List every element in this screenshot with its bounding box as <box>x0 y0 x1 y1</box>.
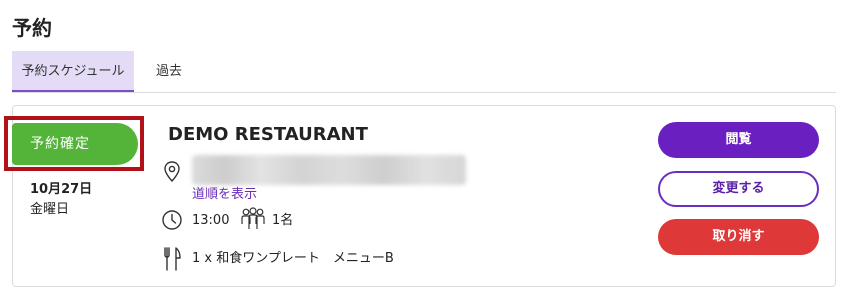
directions-link[interactable]: 道順を表示 <box>192 183 257 202</box>
address-blurred <box>192 155 466 185</box>
menu-item: 1 x 和食ワンプレート メニューB <box>192 251 394 266</box>
guest-count: 1名 <box>272 213 294 228</box>
cancel-button[interactable]: 取り消す <box>658 219 819 255</box>
tab-schedule[interactable]: 予約スケジュール <box>12 51 134 92</box>
tab-bar: 予約スケジュール 過去 <box>12 51 836 93</box>
page-title: 予約 <box>12 16 52 40</box>
location-pin-icon <box>164 161 180 183</box>
change-button[interactable]: 変更する <box>658 171 819 207</box>
clock-icon <box>162 210 182 230</box>
reservation-time: 13:00 <box>192 213 230 228</box>
reservation-date: 10月27日 <box>30 182 93 197</box>
tab-past[interactable]: 過去 <box>150 51 188 92</box>
restaurant-name: DEMO RESTAURANT <box>168 124 368 145</box>
view-button[interactable]: 閲覧 <box>658 122 819 158</box>
people-icon <box>241 207 265 229</box>
reservation-weekday: 金曜日 <box>30 202 70 217</box>
status-highlight-box <box>4 116 144 171</box>
cutlery-icon <box>164 247 181 271</box>
